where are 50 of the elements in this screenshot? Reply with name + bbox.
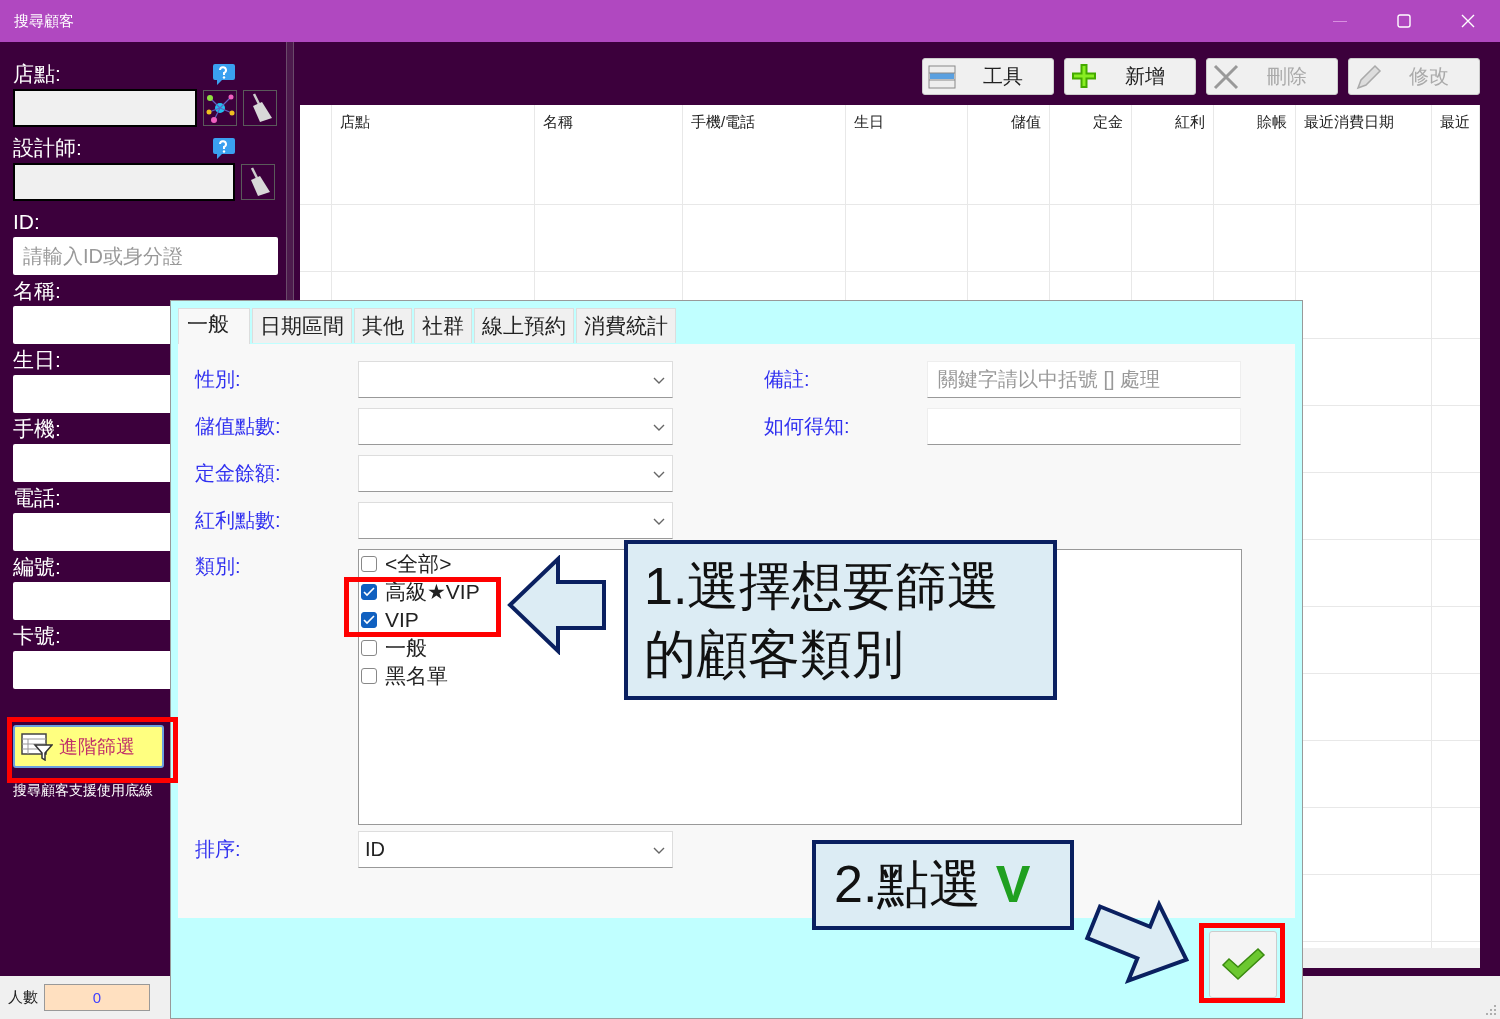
field-label: 店點: — [13, 60, 61, 87]
field-label: 設計師: — [13, 134, 82, 161]
field-label: 類別: — [195, 554, 242, 579]
field-label: 手機: — [13, 415, 61, 442]
count-label: 人數 — [8, 988, 38, 1007]
option-label: 高級★VIP — [385, 579, 480, 605]
column-header[interactable]: 賒帳 — [1214, 105, 1296, 205]
option-label: 黑名單 — [385, 663, 448, 689]
field-label: 儲值點數: — [195, 414, 282, 439]
field-label: ID: — [13, 209, 40, 234]
field-label: 定金餘額: — [195, 461, 282, 486]
field-label: 如何得知: — [764, 414, 851, 439]
hint-text: 搜尋顧客支援使用底線 — [13, 782, 154, 800]
option-label: VIP — [385, 608, 419, 632]
tab[interactable]: 線上預約 — [474, 308, 574, 343]
input-field[interactable]: 請輸入ID或身分證 — [13, 237, 278, 275]
tab[interactable]: 消費統計 — [576, 308, 676, 343]
field-label: 生日: — [13, 346, 61, 373]
column-header[interactable]: 手機/電話 — [683, 105, 846, 205]
field-label: 紅利點數: — [195, 508, 282, 533]
advanced-filter-button[interactable]: 進階篩選 — [13, 725, 164, 768]
column-header[interactable]: 儲值 — [968, 105, 1050, 205]
field-label: 卡號: — [13, 622, 61, 649]
field-label: 備註: — [764, 367, 811, 392]
tab[interactable]: 一般 — [178, 308, 250, 344]
column-header[interactable]: 生日 — [846, 105, 968, 205]
option-label: <全部> — [385, 551, 452, 577]
tab[interactable]: 其他 — [354, 308, 412, 343]
option-label: 一般 — [385, 635, 427, 661]
callout-text: 2.點選 V — [834, 854, 1032, 915]
field-label: 編號: — [13, 553, 61, 580]
callout-text: 的顧客類別 — [644, 624, 905, 685]
column-header[interactable]: 店點 — [332, 105, 535, 205]
column-header[interactable]: 名稱 — [535, 105, 683, 205]
tab[interactable]: 日期區間 — [252, 308, 352, 343]
callout-text: 1.選擇想要篩選 — [644, 556, 1001, 617]
toolbar-button[interactable]: 工具 — [922, 58, 1054, 95]
field-label: 性別: — [195, 367, 242, 392]
column-header[interactable]: 紅利 — [1132, 105, 1214, 205]
window-title: 搜尋顧客 — [14, 11, 75, 31]
field-label: 名稱: — [13, 277, 61, 304]
toolbar-button[interactable]: 新增 — [1064, 58, 1196, 95]
count-field: 0 — [44, 984, 150, 1011]
column-header[interactable]: 定金 — [1050, 105, 1132, 205]
dropdown[interactable]: ID — [358, 831, 673, 868]
column-header[interactable]: 最近消費日期 — [1296, 105, 1432, 205]
field-label: 電話: — [13, 484, 61, 511]
tab[interactable]: 社群 — [414, 308, 472, 343]
column-header[interactable]: 最近 — [1432, 105, 1480, 205]
field-label: 排序: — [195, 837, 242, 862]
